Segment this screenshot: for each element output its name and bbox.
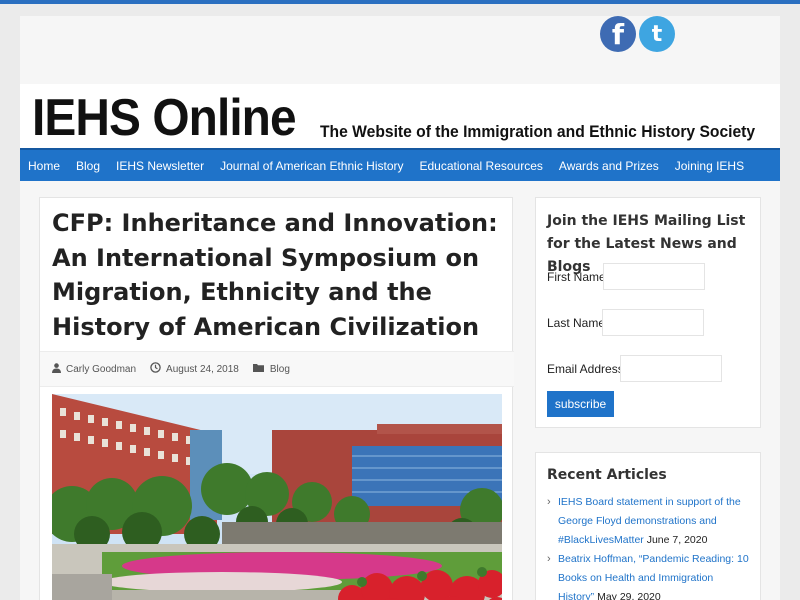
nav-home[interactable]: Home: [20, 159, 68, 173]
first-name-input[interactable]: [603, 263, 705, 290]
first-name-label: First Name: [547, 270, 606, 284]
folder-icon: [252, 363, 265, 376]
nav-educational-resources[interactable]: Educational Resources: [412, 159, 551, 173]
post-title[interactable]: CFP: Inheritance and Innovation: An Inte…: [52, 206, 502, 344]
recent-article-date: May 29, 2020: [597, 591, 661, 600]
site-logo[interactable]: IEHS Online: [32, 88, 297, 148]
nav-joining[interactable]: Joining IEHS: [667, 159, 752, 173]
recent-widget-title: Recent Articles: [547, 467, 667, 483]
post-author-meta: Carly Goodman: [52, 362, 136, 376]
mailing-list-widget: Join the IEHS Mailing List for the Lates…: [535, 197, 761, 428]
nav-awards[interactable]: Awards and Prizes: [551, 159, 667, 173]
twitter-icon[interactable]: t: [639, 16, 675, 52]
user-icon: [52, 362, 61, 376]
post-category-link[interactable]: Blog: [270, 364, 290, 375]
recent-articles-widget: Recent Articles IEHS Board statement in …: [535, 452, 761, 600]
post-meta: Carly Goodman August 24, 2018 Blog: [40, 351, 514, 387]
post-article: CFP: Inheritance and Innovation: An Inte…: [39, 197, 514, 600]
social-header: f t: [20, 16, 780, 84]
email-label: Email Address: [547, 362, 624, 376]
page-wrapper: f t IEHS Online The Website of the Immig…: [20, 16, 780, 600]
site-masthead: IEHS Online The Website of the Immigrati…: [20, 84, 780, 148]
recent-article-date: June 7, 2020: [646, 534, 708, 546]
last-name-input[interactable]: [602, 309, 704, 336]
subscribe-button[interactable]: subscribe: [547, 391, 614, 417]
post-date-meta: August 24, 2018: [150, 362, 239, 376]
list-item: IEHS Board statement in support of the G…: [547, 493, 752, 550]
main-nav: Home Blog IEHS Newsletter Journal of Ame…: [20, 148, 780, 181]
facebook-icon[interactable]: f: [600, 16, 636, 52]
list-item: Beatrix Hoffman, “Pandemic Reading: 10 B…: [547, 550, 752, 600]
last-name-label: Last Name: [547, 316, 606, 330]
recent-articles-list: IEHS Board statement in support of the G…: [547, 493, 752, 600]
post-featured-image: [52, 394, 502, 600]
post-date-link[interactable]: August 24, 2018: [166, 364, 239, 375]
site-tagline: The Website of the Immigration and Ethni…: [320, 122, 756, 141]
clock-icon: [150, 362, 161, 376]
nav-newsletter[interactable]: IEHS Newsletter: [108, 159, 212, 173]
post-category-meta: Blog: [252, 363, 290, 376]
nav-journal[interactable]: Journal of American Ethnic History: [212, 159, 411, 173]
nav-blog[interactable]: Blog: [68, 159, 108, 173]
email-input[interactable]: [620, 355, 722, 382]
post-author-link[interactable]: Carly Goodman: [66, 364, 136, 375]
top-accent-strip: [0, 0, 800, 4]
